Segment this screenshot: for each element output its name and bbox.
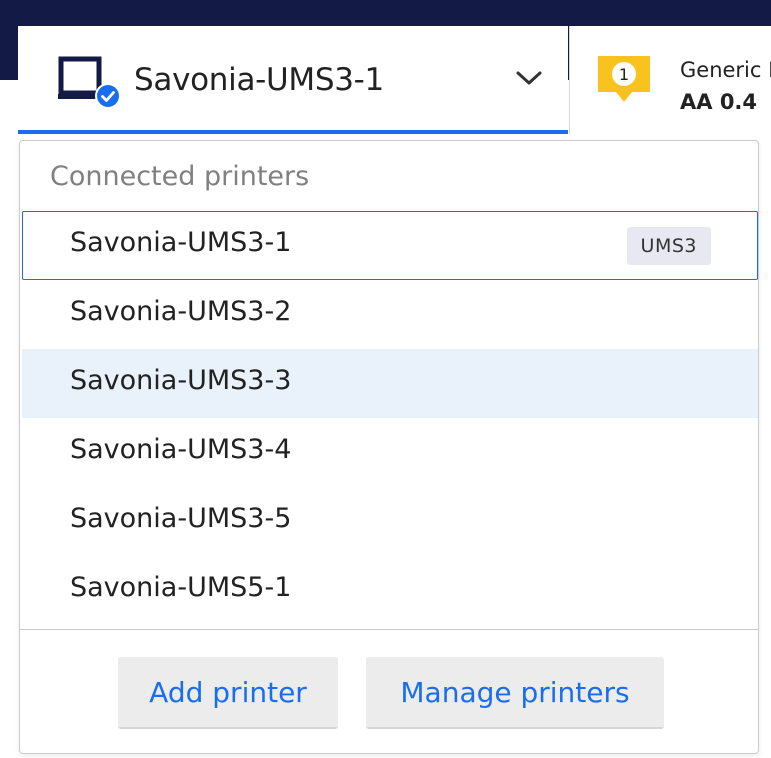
printer-name: Savonia-UMS3-3 — [70, 365, 292, 396]
printer-list-item[interactable]: Savonia-UMS3-3 — [22, 349, 758, 418]
printer-list-item[interactable]: Savonia-UMS3-4 — [22, 418, 758, 487]
printer-list-item[interactable]: Savonia-UMS5-1 — [22, 556, 758, 625]
material-name: Generic P — [680, 58, 771, 82]
connected-printer-icon — [58, 56, 121, 109]
extruder-number: 1 — [619, 65, 629, 84]
printer-name: Savonia-UMS3-4 — [70, 434, 292, 465]
footer-divider — [20, 629, 758, 630]
active-printer-name: Savonia-UMS3-1 — [134, 62, 384, 98]
printer-dropdown-menu: Connected printers Savonia-UMS3-1 UMS3 S… — [19, 140, 759, 754]
add-printer-button[interactable]: Add printer — [118, 657, 338, 729]
printer-list-item[interactable]: Savonia-UMS3-1 UMS3 — [22, 211, 758, 280]
printer-list-item[interactable]: Savonia-UMS3-5 — [22, 487, 758, 556]
section-title-connected-printers: Connected printers — [50, 161, 310, 192]
printer-name: Savonia-UMS3-1 — [70, 227, 292, 258]
printer-selector-button[interactable]: Savonia-UMS3-1 — [18, 26, 568, 134]
nozzle-size: AA 0.4 — [680, 90, 758, 114]
header-gap — [0, 80, 18, 140]
material-selector-button[interactable]: 1 Generic P AA 0.4 — [570, 26, 771, 134]
manage-printers-button[interactable]: Manage printers — [366, 657, 664, 729]
printer-name: Savonia-UMS3-5 — [70, 503, 292, 534]
printer-name: Savonia-UMS5-1 — [70, 572, 292, 603]
cura-stage-menu: Savonia-UMS3-1 1 Generic P AA 0.4 Connec… — [0, 0, 771, 758]
printer-type-badge: UMS3 — [626, 227, 711, 265]
printer-list: Savonia-UMS3-1 UMS3 Savonia-UMS3-2 Savon… — [22, 211, 758, 625]
printer-name: Savonia-UMS3-2 — [70, 296, 292, 327]
extruder-badge-icon: 1 — [598, 56, 650, 102]
printer-list-item[interactable]: Savonia-UMS3-2 — [22, 280, 758, 349]
chevron-down-icon — [516, 71, 542, 85]
